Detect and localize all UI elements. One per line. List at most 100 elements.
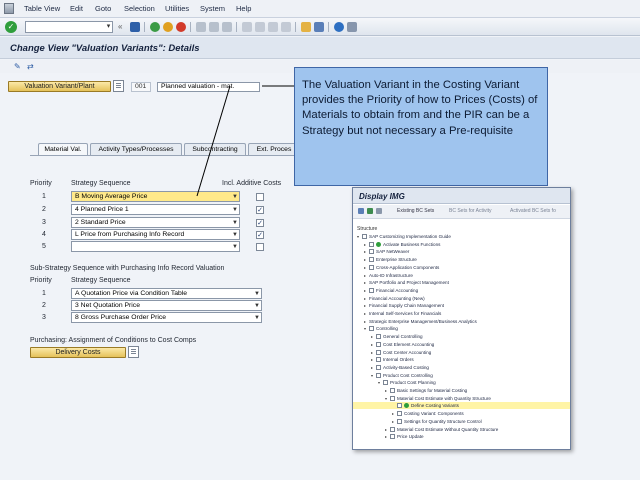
- shortcut-icon[interactable]: [314, 22, 324, 32]
- strategy-dropdown[interactable]: ▼: [71, 241, 240, 252]
- save-icon[interactable]: [130, 22, 140, 32]
- tree-node-label: Strategic Enterprise Management/Business…: [369, 318, 477, 324]
- execute-icon[interactable]: [404, 403, 409, 409]
- delivery-costs-button[interactable]: Delivery Costs: [30, 347, 126, 358]
- layout-menu-icon[interactable]: [347, 22, 357, 32]
- valuation-variant-plant-button[interactable]: Valuation Variant/Plant: [8, 81, 111, 92]
- tree-node[interactable]: ▸ Cost Element Accounting: [371, 341, 434, 348]
- menu-system[interactable]: System: [200, 4, 225, 13]
- strategy-dropdown[interactable]: 2 Standard Price ▼: [71, 217, 240, 228]
- sub-strategy-dropdown[interactable]: 3 Net Quotation Price ▼: [71, 300, 262, 311]
- help-icon[interactable]: [334, 22, 344, 32]
- menu-selection[interactable]: Selection: [124, 4, 155, 13]
- tree-node[interactable]: ▾ Product Cost Planning: [378, 379, 436, 386]
- toolbar-separator: [328, 22, 329, 32]
- tree-node[interactable]: ▸ Auto-ID Infrastructure: [364, 272, 413, 279]
- sub-priority-value: 1: [42, 290, 46, 297]
- find-icon[interactable]: [209, 22, 219, 32]
- back-icon[interactable]: [150, 22, 160, 32]
- document-icon[interactable]: [113, 80, 124, 92]
- last-page-icon[interactable]: [281, 22, 291, 32]
- tree-node[interactable]: ▾ Product Cost Controlling: [371, 372, 433, 379]
- strategy-dropdown[interactable]: B Moving Average Price ▼: [71, 191, 240, 202]
- tree-node[interactable]: ▸ Internal Self-Services for Financials: [364, 310, 441, 317]
- additive-costs-checkbox[interactable]: ✓: [256, 206, 264, 214]
- expand-icon[interactable]: [358, 208, 364, 214]
- exit-icon[interactable]: [163, 22, 173, 32]
- next-page-icon[interactable]: [268, 22, 278, 32]
- purchasing-heading: Purchasing: Assignment of Conditions to …: [30, 337, 197, 344]
- create-session-icon[interactable]: [301, 22, 311, 32]
- tree-node[interactable]: ▸ SAP Portfolio and Project Management: [364, 279, 449, 286]
- tree-node[interactable]: ▸ Activity-Based Costing: [371, 364, 429, 371]
- tree-node-label: Enterprise Structure: [376, 257, 417, 263]
- tree-node[interactable]: ▸ Internal Orders: [371, 356, 414, 363]
- document-icon: [369, 326, 374, 332]
- collapse-icon[interactable]: «: [118, 22, 122, 31]
- tab-subcontracting[interactable]: Subcontracting: [184, 143, 246, 155]
- tree-node[interactable]: ▸ Enterprise Structure: [364, 256, 417, 263]
- document-icon: [390, 426, 395, 432]
- display-change-icon[interactable]: ✎: [14, 62, 23, 71]
- tree-node[interactable]: ▸ Settings for Quantity Structure Control: [392, 418, 482, 425]
- find-icon[interactable]: [376, 208, 382, 214]
- menu-table-view[interactable]: Table View: [24, 4, 60, 13]
- tree-node[interactable]: ▸ General Controlling: [371, 333, 423, 340]
- command-field[interactable]: [25, 21, 113, 33]
- previous-page-icon[interactable]: [255, 22, 265, 32]
- annotation-callout: The Valuation Variant in the Costing Var…: [294, 67, 548, 186]
- command-dropdown-icon[interactable]: ▾: [104, 21, 113, 33]
- tree-node[interactable]: ▸ Financial Supply Chain Management: [364, 302, 444, 309]
- additive-costs-checkbox[interactable]: ✓: [256, 231, 264, 239]
- strategy-dropdown[interactable]: L Price from Purchasing Info Record ▼: [71, 229, 240, 240]
- enter-check-icon[interactable]: ✓: [5, 21, 17, 33]
- find-next-icon[interactable]: [222, 22, 232, 32]
- additive-costs-checkbox[interactable]: [256, 193, 264, 201]
- tab-activity-types-processes[interactable]: Activity Types/Processes: [90, 143, 182, 155]
- menu-utilities[interactable]: Utilities: [165, 4, 189, 13]
- tree-node[interactable]: ▸ Activate Business Functions: [364, 241, 440, 248]
- cancel-icon[interactable]: [176, 22, 186, 32]
- tree-node[interactable]: ▸ Financial Accounting (New): [364, 295, 425, 302]
- activated-bc-sets-button[interactable]: Activated BC Sets fo: [510, 208, 556, 214]
- menu-help[interactable]: Help: [236, 4, 251, 13]
- print-icon[interactable]: [196, 22, 206, 32]
- tree-node[interactable]: ▾ Controlling: [364, 325, 398, 332]
- sub-strategy-dropdown[interactable]: A Quotation Price via Condition Table ▼: [71, 288, 262, 299]
- toolbar-separator: [190, 22, 191, 32]
- additive-costs-checkbox[interactable]: [256, 243, 264, 251]
- first-page-icon[interactable]: [242, 22, 252, 32]
- tree-node[interactable]: Define Costing Variants: [353, 402, 570, 410]
- valuation-variant-description[interactable]: Planned valuation - mat.: [157, 82, 260, 92]
- menu-goto[interactable]: Goto: [95, 4, 111, 13]
- sub-strategy-heading: Sub-Strategy Sequence with Purchasing In…: [30, 265, 225, 272]
- existing-bc-sets-button[interactable]: Existing BC Sets: [397, 208, 434, 214]
- tree-node-label: SAP Portfolio and Project Management: [369, 280, 449, 286]
- tree-node[interactable]: ▸ Financial Accounting: [364, 287, 418, 294]
- collapse-icon[interactable]: [367, 208, 373, 214]
- tree-node[interactable]: ▸ Cost Center Accounting: [371, 349, 431, 356]
- tree-node[interactable]: ▾ SAP Customizing Implementation Guide: [357, 233, 451, 240]
- tree-node[interactable]: ▸ Basic Settings for Material Costing: [385, 387, 467, 394]
- tree-node-label: SAP NetWeaver: [376, 249, 410, 255]
- tree-node[interactable]: ▸ Material Cost Estimate Without Quantity…: [385, 426, 498, 433]
- additive-costs-checkbox[interactable]: ✓: [256, 219, 264, 227]
- tree-node[interactable]: ▸ SAP NetWeaver: [364, 248, 409, 255]
- bc-sets-for-activity-button[interactable]: BC Sets for Activity: [449, 208, 492, 214]
- tree-node-label: Basic Settings for Material Costing: [397, 388, 468, 393]
- tree-node[interactable]: ▸ Cross-Application Components: [364, 264, 439, 271]
- tree-node[interactable]: ▸ Price Update: [385, 433, 424, 440]
- other-entry-icon[interactable]: ⇄: [27, 62, 36, 71]
- document-icon[interactable]: [128, 346, 139, 358]
- strategy-dropdown[interactable]: 4 Planned Price 1 ▼: [71, 204, 240, 215]
- sub-strategy-dropdown[interactable]: 8 Gross Purchase Order Price ▼: [71, 312, 262, 323]
- tab-external-processing[interactable]: Ext. Proces: [248, 143, 300, 155]
- menu-edit[interactable]: Edit: [70, 4, 83, 13]
- tree-node[interactable]: ▾ Material Cost Estimate with Quantity St…: [385, 395, 491, 402]
- tree-node-label: Financial Supply Chain Management: [369, 303, 445, 309]
- tree-node[interactable]: ▸ Strategic Enterprise Management/Busines…: [364, 318, 477, 325]
- tree-node[interactable]: ▸ Costing Variant: Components: [392, 410, 464, 417]
- sub-priority-column-header: Priority: [30, 277, 52, 284]
- execute-icon[interactable]: [376, 241, 381, 247]
- system-menu-icon[interactable]: [4, 3, 14, 14]
